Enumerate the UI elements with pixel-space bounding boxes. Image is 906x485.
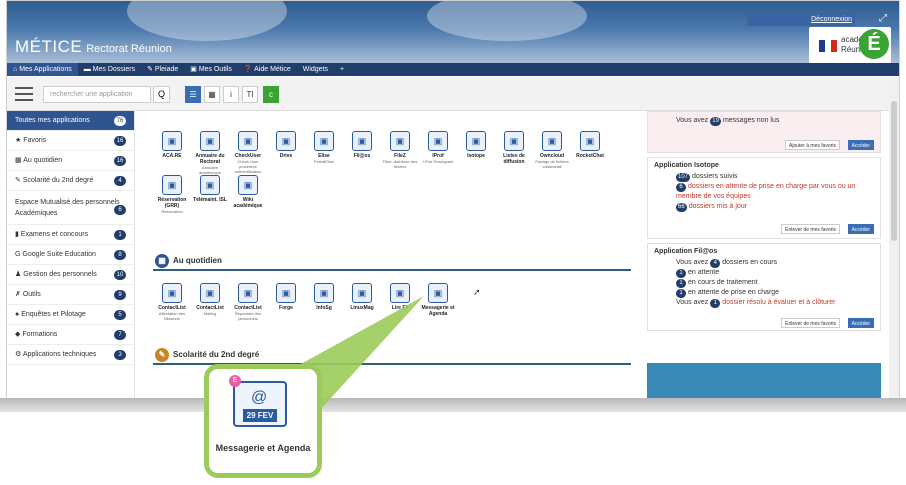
favorite-badge: E [229, 375, 241, 387]
callout-pointer [290, 296, 424, 410]
calendar-date: 29 FEV [243, 409, 277, 422]
messagerie-icon[interactable]: E @ 29 FEV [229, 375, 287, 427]
zoom-app-label: Messagerie et Agenda [215, 443, 311, 453]
zoom-callout: E @ 29 FEV Messagerie et Agenda [204, 364, 322, 478]
at-icon: @ [251, 389, 268, 406]
